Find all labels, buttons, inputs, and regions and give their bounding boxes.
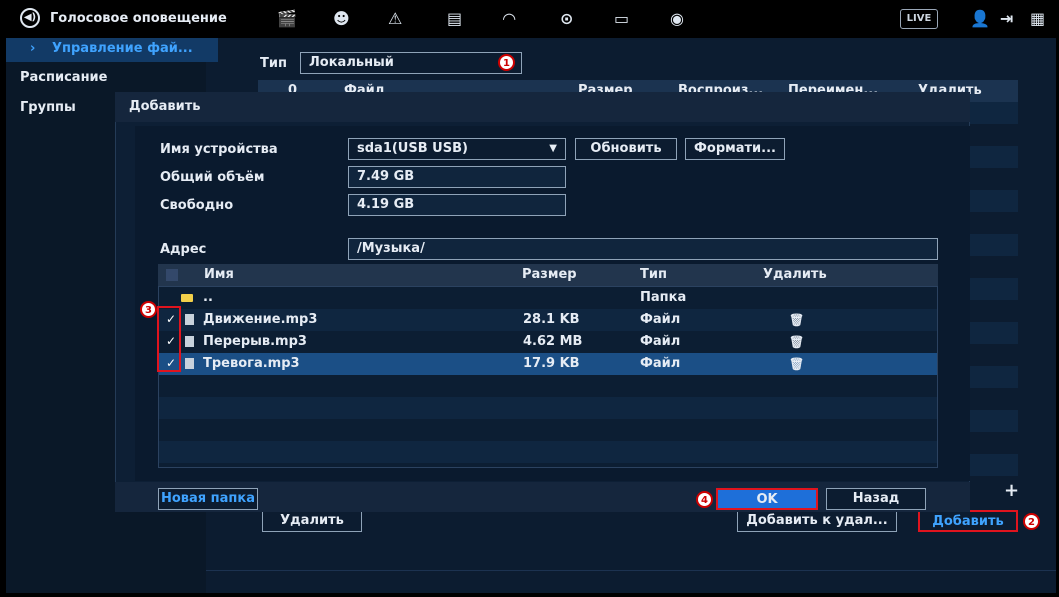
checkbox-highlight: [157, 306, 181, 372]
live-button[interactable]: LIVE: [900, 9, 938, 29]
trash-icon[interactable]: 🗑: [789, 357, 804, 371]
sync-icon[interactable]: ⊙: [560, 9, 573, 28]
type-label: Тип: [260, 56, 287, 71]
table-row-strip: [970, 322, 1018, 344]
col-name: Имя: [204, 267, 234, 282]
total-label: Общий объём: [160, 170, 265, 185]
item-size: 28.1 KB: [523, 312, 580, 327]
list-item: [159, 397, 937, 419]
type-value: Локальный: [309, 55, 394, 70]
item-type: Файл: [640, 334, 681, 349]
item-name: Перерыв.mp3: [203, 334, 307, 349]
list-item[interactable]: ✓ Перерыв.mp3 4.62 MB Файл 🗑: [159, 331, 937, 353]
table-row-strip: [970, 410, 1018, 432]
type-select[interactable]: Локальный: [300, 52, 522, 74]
item-name: Движение.mp3: [203, 312, 318, 327]
address-label: Адрес: [160, 242, 207, 257]
device-label: Имя устройства: [160, 142, 278, 157]
free-label: Свободно: [160, 198, 234, 213]
item-type: Файл: [640, 356, 681, 371]
table-row-strip: [970, 366, 1018, 388]
list-item[interactable]: .. Папка: [159, 287, 937, 309]
folder-icon: [181, 290, 193, 305]
new-folder-button[interactable]: Новая папка: [158, 488, 258, 510]
ok-button[interactable]: OK: [716, 488, 818, 510]
total-value: 7.49 GB: [348, 166, 566, 188]
col-list-delete: Удалить: [763, 267, 827, 282]
add-to-delete-button[interactable]: Добавить к удал...: [737, 510, 897, 532]
item-type: Файл: [640, 312, 681, 327]
item-name: ..: [203, 290, 213, 305]
page-title: Голосовое оповещение: [50, 11, 227, 26]
table-row-strip: [970, 102, 1018, 124]
table-row-strip: [970, 190, 1018, 212]
list-item: [159, 441, 937, 463]
address-field[interactable]: /Музыка/: [348, 238, 938, 260]
file-list-header: Имя Размер Тип Удалить: [158, 264, 938, 286]
item-size: 4.62 MB: [523, 334, 583, 349]
file-icon: [185, 356, 194, 371]
alarm-icon[interactable]: ⚠: [388, 9, 402, 28]
speaker-icon[interactable]: ◀): [20, 8, 40, 28]
table-row-strip: [970, 234, 1018, 256]
item-name: Тревога.mp3: [203, 356, 300, 371]
trash-icon[interactable]: 🗑: [789, 313, 804, 327]
dialog-title-bar: Добавить: [115, 92, 970, 122]
table-row-strip: [970, 454, 1018, 476]
sidebar-item-schedule[interactable]: Расписание: [20, 70, 180, 85]
annotation-badge-3: 3: [140, 301, 157, 318]
file-icon: [185, 312, 194, 327]
list-item[interactable]: ✓ Движение.mp3 28.1 KB Файл 🗑: [159, 309, 937, 331]
annotation-badge-4: 4: [696, 491, 713, 508]
item-size: 17.9 KB: [523, 356, 580, 371]
annotation-badge-1: 1: [498, 54, 515, 71]
item-type: Папка: [640, 290, 687, 305]
logout-icon[interactable]: ⇥: [1000, 9, 1013, 28]
storage-icon[interactable]: ▤: [447, 9, 462, 28]
annotation-badge-2: 2: [1023, 513, 1040, 530]
gauge-icon[interactable]: ◠: [503, 9, 515, 28]
back-button[interactable]: Назад: [826, 488, 926, 510]
format-button[interactable]: Формати...: [685, 138, 785, 160]
sidebar-item-file-management[interactable]: Управление фай...: [52, 41, 212, 56]
free-value: 4.19 GB: [348, 194, 566, 216]
table-row-strip: [970, 146, 1018, 168]
select-all-checkbox[interactable]: [166, 269, 178, 281]
add-button[interactable]: Добавить: [918, 510, 1018, 532]
device-value: sda1(USB USB): [357, 141, 468, 156]
add-plus-icon[interactable]: +: [1004, 480, 1019, 501]
audio-icon[interactable]: ◉: [670, 9, 684, 28]
dialog-title: Добавить: [129, 99, 201, 114]
list-item[interactable]: ✓ Тревога.mp3 17.9 KB Файл 🗑: [159, 353, 937, 375]
monitor-icon[interactable]: ▭: [614, 9, 629, 28]
trash-icon[interactable]: 🗑: [789, 335, 804, 349]
device-select[interactable]: sda1(USB USB) ▼: [348, 138, 566, 160]
qr-icon[interactable]: ▦: [1030, 9, 1045, 28]
face-icon[interactable]: ☻: [333, 9, 350, 28]
col-type: Тип: [640, 267, 667, 282]
divider: [206, 570, 1056, 571]
table-row-strip: [970, 278, 1018, 300]
refresh-button[interactable]: Обновить: [575, 138, 677, 160]
file-icon: [185, 334, 194, 349]
user-icon[interactable]: 👤: [970, 9, 990, 28]
clapper-icon[interactable]: 🎬: [277, 9, 297, 28]
chevron-down-icon: ▼: [549, 143, 557, 154]
delete-button[interactable]: Удалить: [262, 510, 362, 532]
chevron-right-icon: ›: [30, 41, 36, 56]
col-list-size: Размер: [522, 267, 577, 282]
